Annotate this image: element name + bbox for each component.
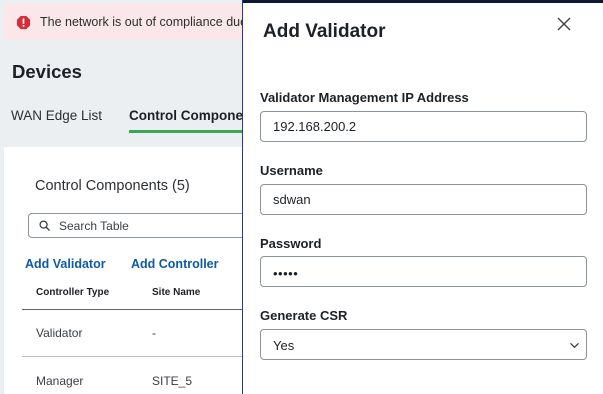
username-input[interactable] (261, 185, 586, 214)
compliance-alert-banner: The network is out of compliance due to (4, 4, 264, 40)
generate-csr-label: Generate CSR (260, 308, 348, 323)
generate-csr-value: Yes (273, 338, 295, 353)
ip-address-label: Validator Management IP Address (260, 90, 469, 105)
drawer-title: Add Validator (263, 21, 386, 42)
password-field[interactable]: ••••• (260, 256, 587, 287)
generate-csr-select[interactable]: Yes (260, 329, 587, 360)
search-table-field[interactable] (28, 213, 268, 238)
add-validator-link[interactable]: Add Validator (25, 257, 106, 271)
close-icon[interactable] (555, 15, 573, 33)
ip-address-field[interactable] (260, 111, 587, 142)
add-controller-link[interactable]: Add Controller (131, 257, 219, 271)
alert-text: The network is out of compliance due to (40, 15, 261, 29)
search-icon (39, 220, 50, 231)
cell-controller-type: Validator (36, 326, 83, 340)
column-header-site-name[interactable]: Site Name (152, 287, 200, 298)
error-alert-icon (16, 15, 31, 29)
cell-site-name: - (152, 326, 156, 340)
ip-address-input[interactable] (261, 112, 586, 141)
row-divider (22, 356, 264, 357)
page-title: Devices (12, 61, 82, 82)
header-divider (22, 309, 264, 310)
card-title: Control Components (5) (35, 178, 190, 194)
username-label: Username (260, 163, 323, 178)
username-field[interactable] (260, 184, 587, 215)
password-input[interactable]: ••••• (273, 266, 298, 281)
cell-controller-type: Manager (36, 374, 84, 388)
password-label: Password (260, 236, 322, 251)
drawer-top-bar (243, 0, 603, 3)
active-tab-indicator (129, 130, 260, 133)
search-input[interactable] (59, 218, 239, 233)
cell-site-name: SITE_5 (152, 374, 193, 388)
control-components-card: Control Components (5) Add Validator Add… (4, 147, 268, 394)
tab-bar: WAN Edge List Control Components (0, 108, 263, 133)
tab-wan-edge-list[interactable]: WAN Edge List (11, 108, 102, 123)
add-validator-drawer: Add Validator Validator Management IP Ad… (242, 0, 603, 394)
column-header-controller-type[interactable]: Controller Type (36, 287, 109, 298)
chevron-down-icon (570, 343, 579, 348)
